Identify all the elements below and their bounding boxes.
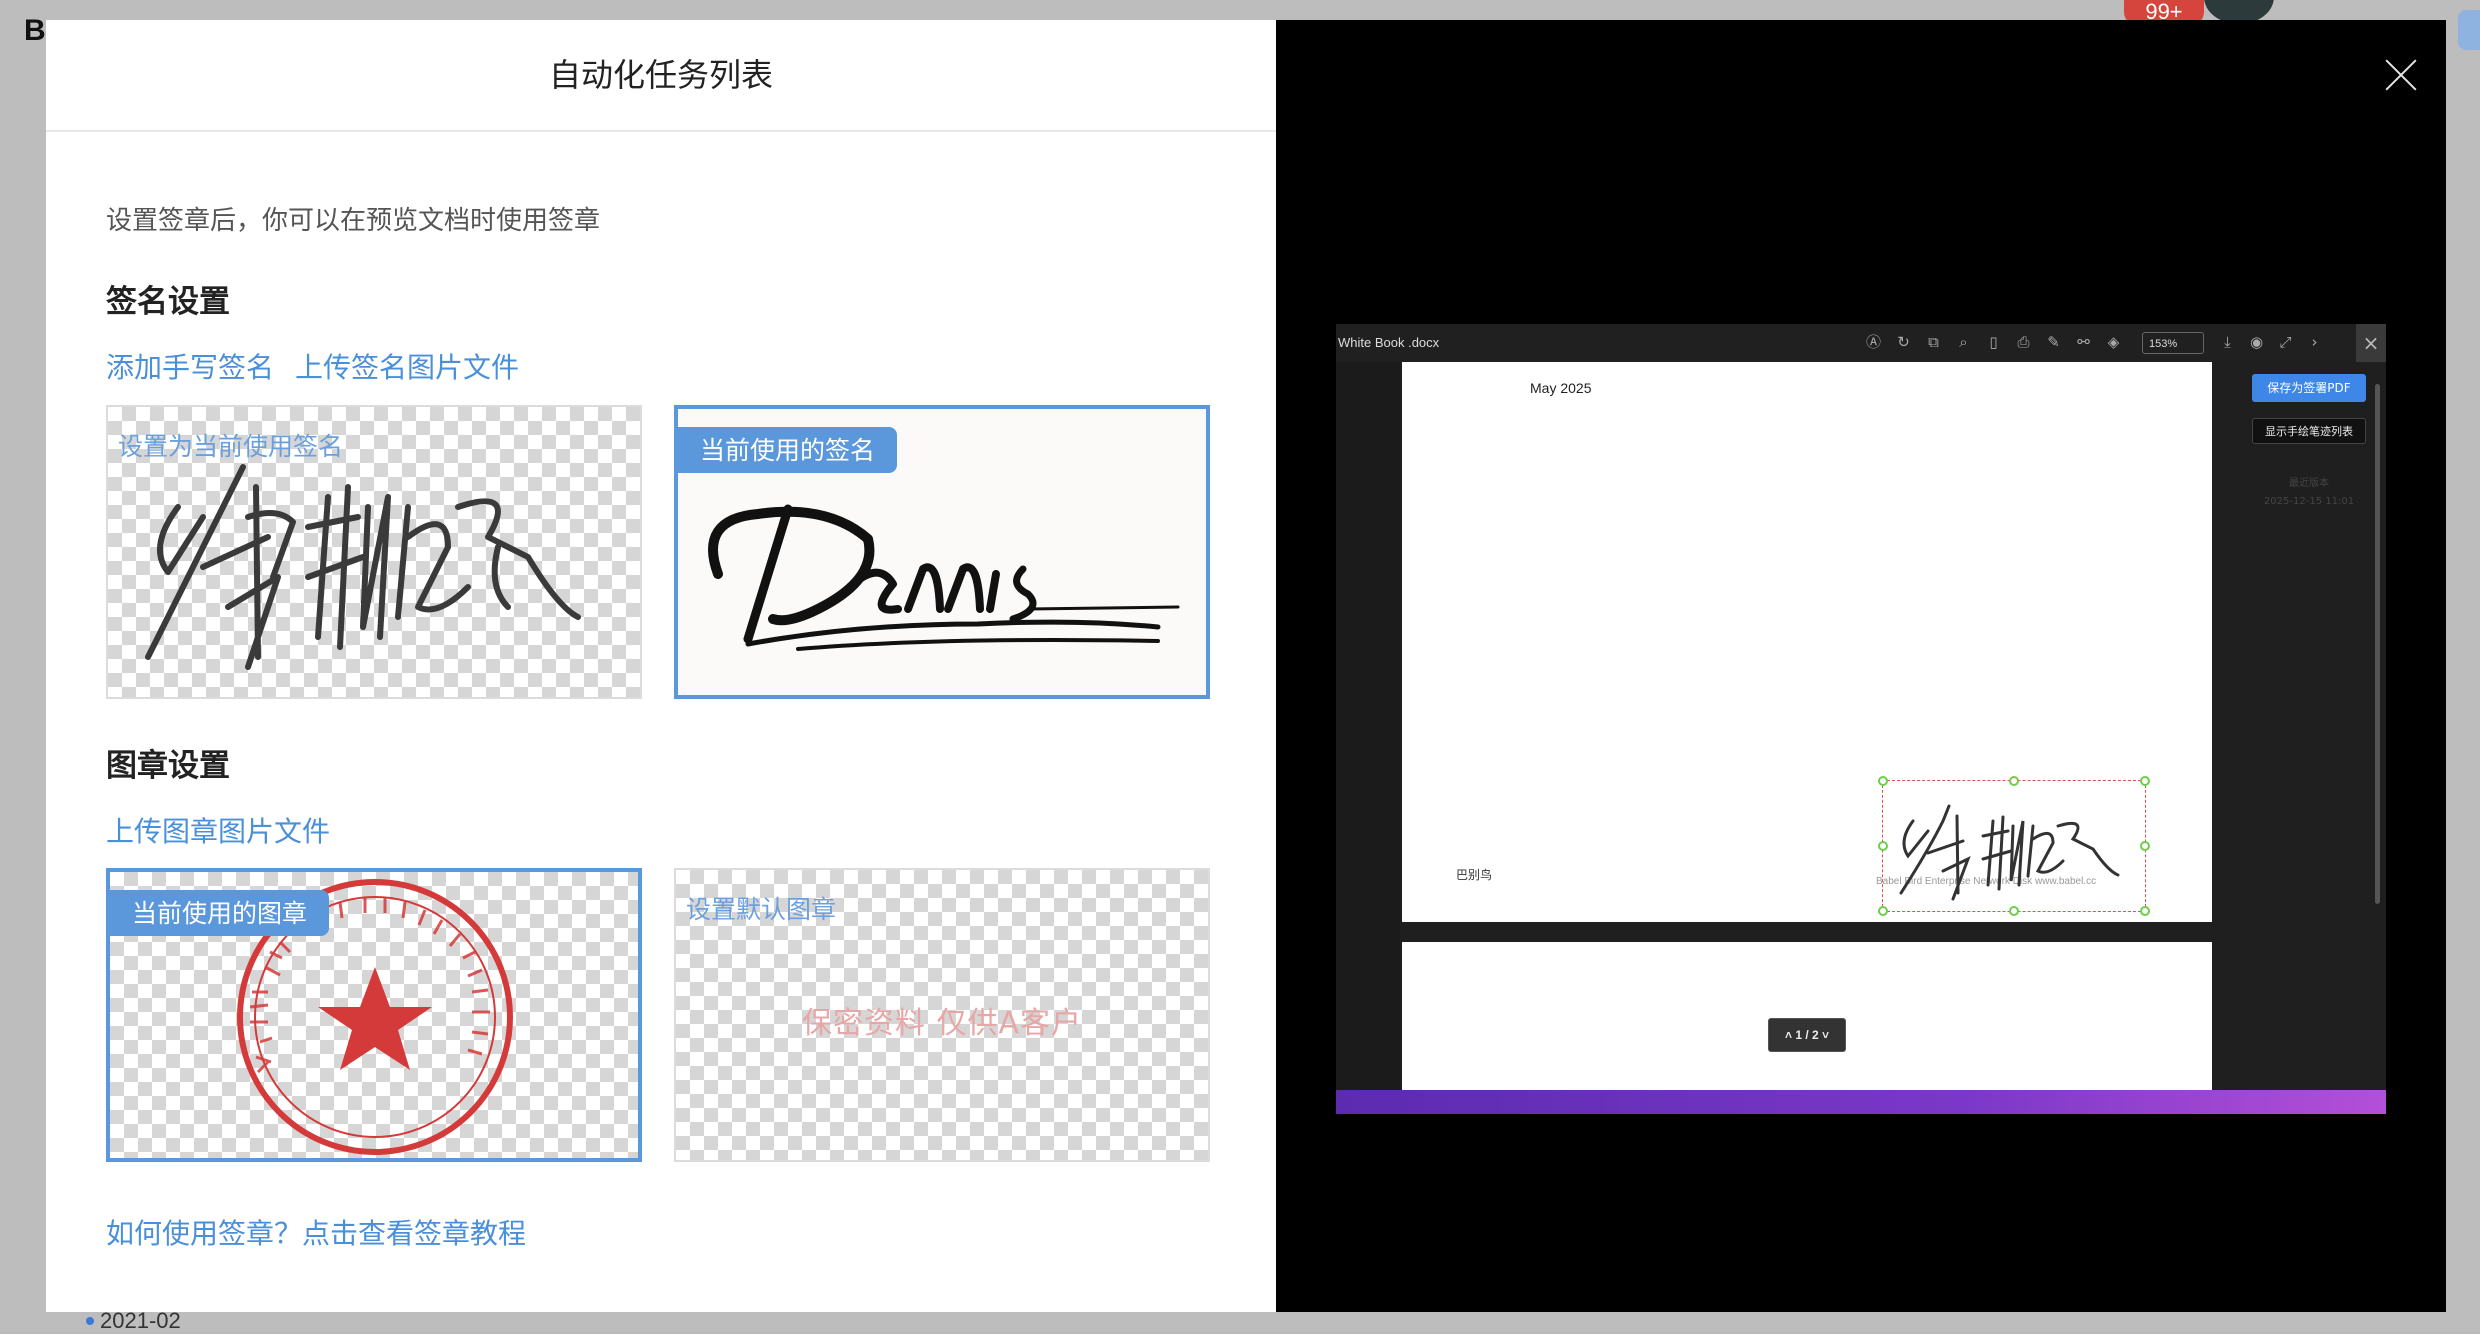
print-icon[interactable]: ⎙ [2014, 333, 2033, 352]
viewer-sidebar [1336, 362, 1400, 1090]
preview-screenshot: White Book .docx Ⓐ ↻ ⧉ ⌕ ▯ ⎙ ✎ ⚯ ◈ 153% … [1336, 324, 2386, 1114]
intro-text: 设置签章后，你可以在预览文档时使用签章 [106, 206, 601, 236]
download-icon[interactable]: ⤓ [2218, 333, 2237, 352]
set-default-seal-hint[interactable]: 设置默认图章 [686, 890, 836, 926]
add-handwritten-signature-link[interactable]: 添加手写签名 [106, 346, 274, 386]
zoom-select[interactable]: 153% [2142, 332, 2204, 354]
scrollbar[interactable] [2375, 384, 2380, 904]
document-logo: 巴别鸟 [1456, 868, 1493, 882]
signature-section-title: 签名设置 [106, 284, 230, 320]
modal-title: 自动化任务列表 [548, 56, 773, 94]
book-icon[interactable]: ▯ [1984, 333, 2003, 352]
toolbar-icons: Ⓐ ↻ ⧉ ⌕ ▯ ⎙ ✎ ⚯ ◈ [1864, 333, 2123, 352]
resize-handle[interactable] [1878, 841, 1888, 851]
settings-panel: 自动化任务列表 设置签章后，你可以在预览文档时使用签章 签名设置 添加手写签名 … [46, 20, 1276, 1312]
modal-header: 自动化任务列表 [46, 20, 1276, 132]
preview-panel: White Book .docx Ⓐ ↻ ⧉ ⌕ ▯ ⎙ ✎ ⚯ ◈ 153% … [1276, 20, 2446, 1312]
document-page: May 2025 巴别鸟 Babel Bird Enterprise Netwo… [1402, 362, 2212, 922]
search-icon[interactable]: ⌕ [1954, 333, 1973, 352]
watermark-seal-text: 保密资料 仅供A客户 [801, 1006, 1083, 1041]
upload-signature-image-link[interactable]: 上传签名图片文件 [295, 346, 519, 386]
placed-signature[interactable] [1878, 776, 2150, 916]
pen-icon[interactable]: ✎ [2044, 333, 2063, 352]
file-name: White Book .docx [1338, 335, 1440, 350]
show-handwriting-list-button[interactable]: 显示手绘笔迹列表 [2252, 418, 2366, 444]
document-date: May 2025 [1530, 380, 1592, 396]
resize-handle[interactable] [1878, 906, 1888, 916]
desktop-wallpaper-strip [1336, 1090, 2386, 1114]
set-current-signature-hint[interactable]: 设置为当前使用签名 [118, 427, 343, 463]
resize-handle[interactable] [1878, 776, 1888, 786]
fullscreen-icon[interactable]: ⤢ [2276, 333, 2295, 352]
current-seal-tag: 当前使用的图章 [110, 890, 330, 936]
current-signature-tag: 当前使用的签名 [678, 427, 898, 473]
signature-modal: 自动化任务列表 设置签章后，你可以在预览文档时使用签章 签名设置 添加手写签名 … [46, 20, 2446, 1312]
signature-card-active[interactable]: 当前使用的签名 [674, 405, 1210, 699]
seal-card-active[interactable]: 当前使用的图章 [106, 868, 642, 1162]
resize-handle[interactable] [2140, 906, 2150, 916]
document-page-2 [1402, 942, 2212, 1092]
share-icon[interactable]: ⚯ [2074, 333, 2093, 352]
viewer-close-icon[interactable]: × [2356, 324, 2386, 362]
ai-icon[interactable]: Ⓐ [1864, 333, 1883, 352]
resize-handle[interactable] [2140, 776, 2150, 786]
seal-section-title: 图章设置 [106, 748, 230, 784]
resize-handle[interactable] [2140, 841, 2150, 851]
signature-card[interactable]: 设置为当前使用签名 [106, 405, 642, 699]
layers-icon[interactable]: ◈ [2104, 333, 2123, 352]
save-as-signed-pdf-button[interactable]: 保存为签署PDF [2252, 374, 2366, 402]
placed-signature-image [1899, 804, 2120, 901]
viewer-toolbar: White Book .docx Ⓐ ↻ ⧉ ⌕ ▯ ⎙ ✎ ⚯ ◈ 153% … [1336, 324, 2386, 362]
rotate-icon[interactable]: ↻ [1894, 333, 1913, 352]
resize-handle[interactable] [2009, 776, 2019, 786]
chevron-up-icon[interactable]: ˄ [1785, 1028, 1795, 1042]
close-icon[interactable] [2384, 58, 2418, 92]
seal-tutorial-link[interactable]: 如何使用签章？点击查看签章教程 [106, 1212, 526, 1252]
app-logo: B [24, 14, 46, 47]
recent-version-title: 最近版本 [2289, 478, 2329, 489]
page-indicator: 1 / 2 [1795, 1028, 1819, 1042]
copy-icon[interactable]: ⧉ [1924, 333, 1943, 352]
page-navigator[interactable]: ˄ 1 / 2 ˅ [1768, 1018, 1846, 1052]
toolbar-right-icons: ⤓ ◉ ⤢ › [2218, 333, 2324, 352]
resize-handle[interactable] [2009, 906, 2019, 916]
seal-card[interactable]: 设置默认图章 保密资料 仅供A客户 [674, 868, 1210, 1162]
chevron-right-icon[interactable]: › [2305, 333, 2324, 352]
chevron-down-icon[interactable]: ˅ [1819, 1028, 1829, 1042]
recent-version-time: 2025-12-15 11:01 [2263, 496, 2355, 507]
upload-seal-image-link[interactable]: 上传图章图片文件 [106, 810, 330, 850]
eye-icon[interactable]: ◉ [2247, 333, 2266, 352]
app-icon [2458, 10, 2480, 50]
